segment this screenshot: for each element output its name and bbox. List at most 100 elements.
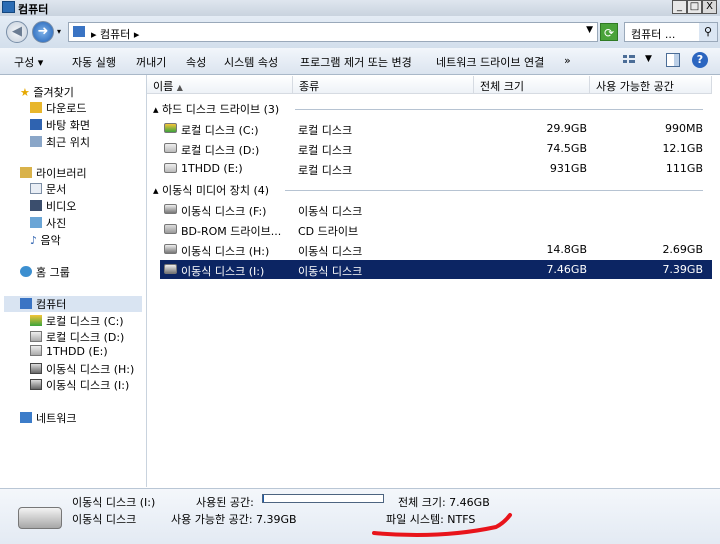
nav-label: 홈 그룹	[36, 266, 70, 279]
table-row[interactable]: 1THDD (E:) 로컬 디스크 931GB 111GB	[160, 159, 712, 178]
properties-button[interactable]: 속성	[186, 54, 206, 70]
collapse-arrow-icon[interactable]: ▴	[153, 184, 162, 197]
library-icon	[20, 167, 32, 178]
nav-videos[interactable]: 비디오	[30, 198, 76, 214]
preview-pane-icon[interactable]	[666, 53, 680, 67]
drive-total: 14.8GB	[546, 243, 587, 256]
minimize-button[interactable]: _	[672, 0, 687, 14]
nav-documents[interactable]: 문서	[30, 181, 66, 197]
uninstall-program-button[interactable]: 프로그램 제거 또는 변경	[300, 54, 412, 70]
drive-name: 로컬 디스크 (C:)	[181, 124, 259, 137]
eject-button[interactable]: 꺼내기	[136, 54, 166, 70]
navigation-pane: ★ 즐겨찾기 다운로드 바탕 화면 최근 위치 라이브러리 문서 비디오 사진 …	[0, 75, 147, 487]
nav-desktop[interactable]: 바탕 화면	[30, 117, 90, 133]
red-underline-annotation	[372, 513, 512, 537]
drive-type: 이동식 디스크	[298, 205, 363, 218]
removable-drive-icon	[30, 379, 42, 390]
table-row[interactable]: 로컬 디스크 (D:) 로컬 디스크 74.5GB 12.1GB	[160, 139, 712, 158]
group-divider	[285, 190, 703, 191]
nav-network[interactable]: 네트워크	[20, 410, 76, 426]
removable-drive-icon	[164, 244, 177, 254]
nav-drive-e[interactable]: 1THDD (E:)	[30, 345, 108, 358]
nav-label: 라이브러리	[36, 167, 87, 180]
nav-label: 최근 위치	[46, 136, 90, 149]
nav-drive-d[interactable]: 로컬 디스크 (D:)	[30, 329, 124, 345]
file-list-pane: 이름 ▲ 종류 전체 크기 사용 가능한 공간 ▴ 하드 디스크 드라이브 (3…	[147, 75, 720, 487]
title-bar: 컴퓨터 _ □ X	[0, 0, 720, 16]
breadcrumb[interactable]: ▸ 컴퓨터 ▸	[91, 26, 139, 42]
desktop-icon	[30, 119, 42, 130]
search-input[interactable]: 컴퓨터 ... ⚲	[624, 22, 718, 42]
column-header-type[interactable]: 종류	[293, 76, 474, 94]
search-icon[interactable]: ⚲	[699, 23, 717, 41]
drive-name: BD-ROM 드라이브...	[181, 225, 282, 238]
map-network-drive-button[interactable]: 네트워크 드라이브 연결	[436, 54, 544, 70]
nav-music[interactable]: ♪ 음악	[30, 232, 61, 248]
autoplay-button[interactable]: 자동 실행	[72, 54, 116, 70]
nav-favorites[interactable]: ★ 즐겨찾기	[20, 84, 74, 100]
back-button[interactable]: ◀	[6, 21, 28, 43]
video-icon	[30, 200, 42, 211]
refresh-button[interactable]: ⟳	[600, 23, 618, 41]
drive-type: 이동식 디스크	[298, 245, 363, 258]
drive-name: 이동식 디스크 (H:)	[181, 245, 270, 258]
nav-downloads[interactable]: 다운로드	[30, 100, 86, 116]
history-dropdown-icon[interactable]: ▾	[57, 27, 61, 36]
table-row[interactable]: 로컬 디스크 (C:) 로컬 디스크 29.9GB 990MB	[160, 119, 712, 138]
nav-recent-places[interactable]: 최근 위치	[30, 134, 90, 150]
help-icon[interactable]: ?	[692, 52, 708, 68]
drive-total: 931GB	[549, 162, 587, 175]
nav-pictures[interactable]: 사진	[30, 215, 66, 231]
close-button[interactable]: X	[702, 0, 717, 14]
nav-drive-h[interactable]: 이동식 디스크 (H:)	[30, 361, 134, 377]
network-icon	[20, 412, 32, 423]
windows-drive-icon	[164, 123, 177, 133]
nav-label: 1THDD (E:)	[46, 345, 108, 358]
drive-free: 111GB	[665, 162, 703, 175]
nav-homegroup[interactable]: 홈 그룹	[20, 264, 70, 280]
nav-drive-i[interactable]: 이동식 디스크 (I:)	[30, 377, 129, 393]
drive-type: 로컬 디스크	[298, 144, 353, 157]
nav-label: 즐겨찾기	[33, 86, 74, 99]
table-row-selected[interactable]: 이동식 디스크 (I:) 이동식 디스크 7.46GB 7.39GB	[160, 260, 712, 279]
organize-button[interactable]: 구성 ▾	[14, 54, 43, 70]
group-hard-disks[interactable]: ▴ 하드 디스크 드라이브 (3)	[153, 101, 279, 117]
drive-total: 29.9GB	[546, 122, 587, 135]
nav-label: 사진	[46, 217, 67, 230]
drive-type: 로컬 디스크	[298, 124, 353, 137]
column-header-total[interactable]: 전체 크기	[474, 76, 590, 94]
drive-type: 로컬 디스크	[298, 164, 353, 177]
table-row[interactable]: 이동식 디스크 (H:) 이동식 디스크 14.8GB 2.69GB	[160, 240, 712, 259]
address-dropdown-icon[interactable]: ▼	[586, 25, 593, 35]
more-commands-button[interactable]: »	[564, 54, 571, 67]
nav-label: 이동식 디스크 (I:)	[46, 379, 130, 392]
nav-label: 이동식 디스크 (H:)	[46, 363, 135, 376]
nav-label: 다운로드	[46, 102, 87, 115]
computer-icon	[20, 298, 32, 309]
view-options-icon[interactable]	[622, 53, 636, 67]
hard-drive-icon	[164, 143, 177, 153]
nav-libraries[interactable]: 라이브러리	[20, 165, 87, 181]
collapse-arrow-icon[interactable]: ▴	[153, 103, 162, 116]
nav-computer[interactable]: 컴퓨터	[4, 296, 142, 312]
group-divider	[295, 109, 703, 110]
nav-label: 음악	[40, 234, 61, 247]
drive-type: CD 드라이브	[298, 225, 359, 238]
drive-free: 990MB	[664, 122, 703, 135]
nav-drive-c[interactable]: 로컬 디스크 (C:)	[30, 313, 124, 329]
breadcrumb-computer[interactable]: 컴퓨터	[100, 28, 130, 41]
column-header-free[interactable]: 사용 가능한 공간	[590, 76, 712, 94]
drive-free: 7.39GB	[662, 263, 703, 276]
view-dropdown-icon[interactable]: ▼	[645, 54, 652, 64]
system-properties-button[interactable]: 시스템 속성	[224, 54, 278, 70]
table-row[interactable]: BD-ROM 드라이브... CD 드라이브	[160, 220, 712, 239]
column-header-name[interactable]: 이름 ▲	[147, 76, 293, 94]
address-input[interactable]: ▸ 컴퓨터 ▸ ▼	[68, 22, 598, 42]
group-label: 이동식 미디어 장치 (4)	[162, 184, 270, 197]
forward-button[interactable]: ➜	[32, 21, 54, 43]
table-row[interactable]: 이동식 디스크 (F:) 이동식 디스크	[160, 200, 712, 219]
group-removable-media[interactable]: ▴ 이동식 미디어 장치 (4)	[153, 182, 269, 198]
windows-drive-icon	[30, 315, 42, 326]
maximize-button[interactable]: □	[687, 0, 702, 14]
nav-label: 비디오	[46, 200, 77, 213]
